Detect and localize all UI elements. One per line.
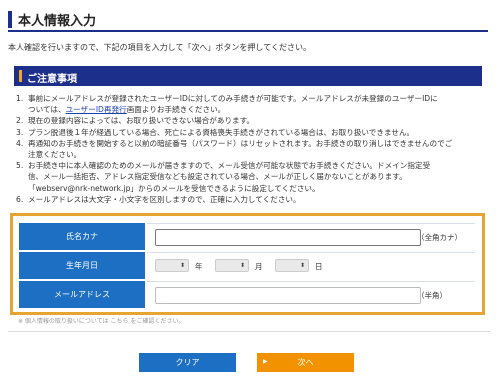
- notice-item: 4. 再通知のお手続きを開始すると以前の暗証番号（パスワード）はリセットされます…: [16, 138, 453, 160]
- notice-heading: ご注意事項: [14, 66, 482, 86]
- title-accent-bar: [8, 11, 12, 28]
- name-kana-input[interactable]: [155, 229, 421, 246]
- user-id-reissue-link[interactable]: ユーザーID再発行: [66, 105, 127, 114]
- notice-accent-bar: [19, 70, 22, 82]
- birthdate-label: 生年月日: [19, 252, 145, 279]
- notice-heading-text: ご注意事項: [27, 74, 77, 85]
- birth-day-select[interactable]: ⬍: [275, 259, 309, 272]
- notice-item: 5. お手続き中に本人確認のためのメールが届きますので、メール受信が可能な状態で…: [16, 161, 431, 193]
- form-row-email: メールアドレス （半角）: [19, 281, 475, 309]
- page-title: 本人情報入力: [18, 14, 97, 29]
- next-button[interactable]: ▶ 次へ: [257, 353, 354, 372]
- form-row-birthdate: 生年月日 ⬍ 年 ⬍ 月 ⬍ 日: [19, 252, 475, 280]
- divider: [8, 331, 490, 332]
- input-form-highlight: 氏名カナ （全角カナ） 生年月日 ⬍ 年 ⬍ 月 ⬍ 日 メールアドレス （半角…: [10, 213, 485, 315]
- clear-button[interactable]: クリア: [139, 353, 236, 372]
- birthdate-cell: ⬍ 年 ⬍ 月 ⬍ 日: [147, 252, 475, 280]
- name-kana-cell: （全角カナ）: [147, 223, 475, 251]
- form-row-name-kana: 氏名カナ （全角カナ）: [19, 223, 475, 251]
- notice-item: 1. 事前にメールアドレスが登録されたユーザーIDに対してのみ手続きが可能です。…: [16, 94, 438, 115]
- day-unit: 日: [315, 262, 323, 271]
- email-label: メールアドレス: [19, 281, 145, 308]
- page-header: 本人情報入力: [8, 8, 488, 32]
- birth-month-select[interactable]: ⬍: [215, 259, 249, 272]
- email-input[interactable]: [155, 287, 421, 304]
- month-unit: 月: [255, 262, 263, 271]
- name-kana-hint: （全角カナ）: [417, 233, 462, 242]
- notice-item: 3. プラン脱退後１年が経過している場合、死亡による資格喪失手続きがされている場…: [16, 127, 415, 137]
- next-button-label: 次へ: [297, 358, 314, 367]
- select-arrows-icon: ⬍: [179, 262, 185, 269]
- name-kana-label: 氏名カナ: [19, 223, 145, 250]
- email-hint: （半角）: [417, 291, 447, 300]
- email-cell: （半角）: [147, 281, 475, 309]
- notice-list: 1. 事前にメールアドレスが登録されたユーザーIDに対してのみ手続きが可能です。…: [16, 93, 484, 205]
- play-arrow-icon: ▶: [263, 358, 268, 365]
- birth-year-select[interactable]: ⬍: [155, 259, 189, 272]
- clear-button-label: クリア: [175, 358, 200, 367]
- notice-item: 2. 現在の登録内容によっては、お取り扱いできない場合があります。: [16, 116, 255, 126]
- notice-item: 6. メールアドレスは大文字・小文字を区別しますので、正確に入力してください。: [16, 194, 301, 204]
- select-arrows-icon: ⬍: [299, 262, 305, 269]
- intro-text: 本人確認を行いますので、下記の項目を入力して「次へ」ボタンを押してください。: [8, 43, 311, 52]
- below-form-note: ※ 個人情報の取り扱いについては こちら をご確認ください。: [18, 318, 185, 325]
- year-unit: 年: [195, 262, 203, 271]
- select-arrows-icon: ⬍: [239, 262, 245, 269]
